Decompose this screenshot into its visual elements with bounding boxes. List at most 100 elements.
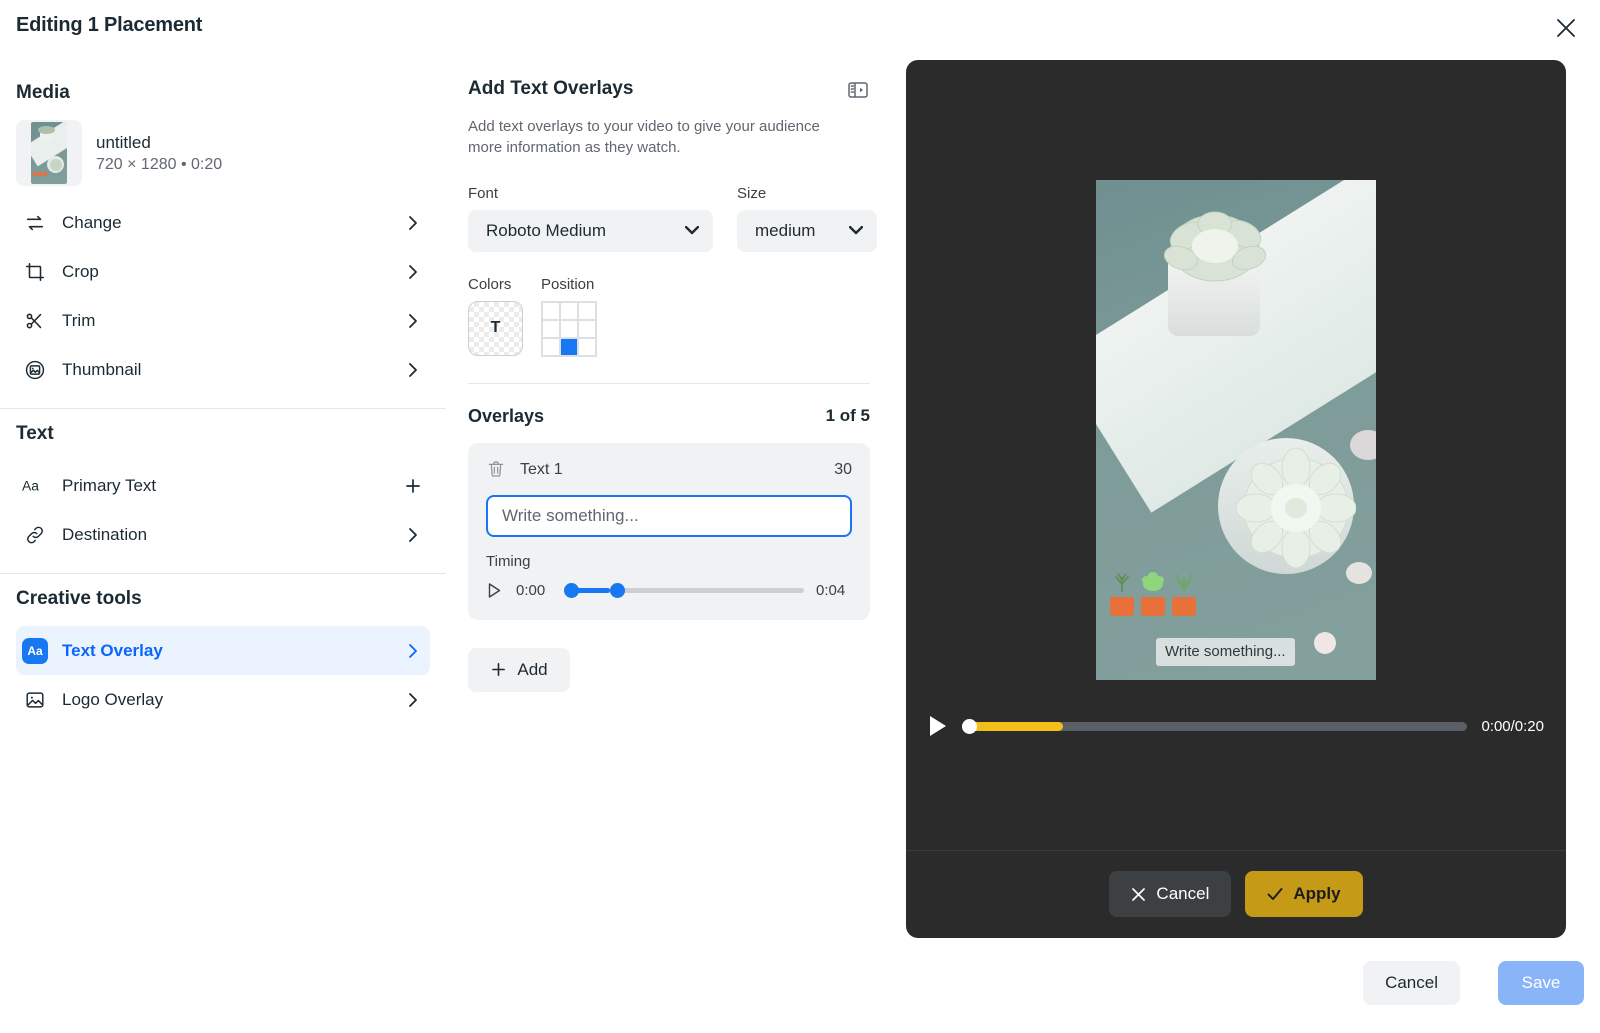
sidebar-item-text-overlay[interactable]: Aa Text Overlay — [16, 626, 430, 675]
position-cell-middle-right[interactable] — [578, 320, 596, 338]
svg-text:Aa: Aa — [22, 477, 39, 493]
position-cell-top-center[interactable] — [560, 302, 578, 320]
stone-mid-right — [1346, 562, 1372, 584]
sidebar-item-trim[interactable]: Trim — [16, 296, 430, 345]
sticker-plant-group — [1110, 572, 1196, 616]
sidebar-item-destination[interactable]: Destination — [16, 510, 430, 559]
panel-divider — [468, 383, 870, 384]
text-section: Text Aa Primary Text Destination — [0, 423, 446, 559]
sidebar-item-label: Thumbnail — [62, 360, 402, 380]
position-grid[interactable] — [541, 301, 597, 357]
position-cell-top-left[interactable] — [542, 302, 560, 320]
overlay-char-limit: 30 — [834, 461, 852, 479]
sidebar-item-label: Destination — [62, 525, 402, 545]
scissors-icon — [20, 308, 50, 334]
chevron-down-icon — [685, 222, 699, 240]
media-file-name: untitled — [96, 133, 222, 153]
close-icon[interactable] — [1550, 12, 1582, 44]
timing-label: Timing — [486, 553, 852, 570]
overlays-title: Overlays — [468, 406, 544, 427]
panel-title: Add Text Overlays — [468, 78, 633, 100]
video-overlay-text-label: Write something... — [1165, 643, 1286, 660]
sidebar-item-label: Text Overlay — [62, 641, 402, 661]
preview-footer: Cancel Apply — [906, 850, 1566, 938]
position-label: Position — [541, 276, 597, 293]
timing-end-handle[interactable] — [610, 583, 625, 598]
link-icon — [20, 522, 50, 548]
font-select[interactable]: Roboto Medium — [468, 210, 713, 252]
check-icon — [1267, 887, 1283, 901]
sidebar-item-crop[interactable]: Crop — [16, 247, 430, 296]
save-label: Save — [1522, 973, 1561, 993]
timing-end: 0:04 — [816, 582, 852, 599]
swatch-glyph: T — [491, 319, 501, 337]
position-cell-bottom-center[interactable] — [560, 338, 578, 356]
text-section-title: Text — [16, 423, 430, 445]
add-overlay-button[interactable]: Add — [468, 648, 570, 692]
aa-text-icon: Aa — [20, 473, 50, 499]
play-icon[interactable] — [928, 715, 948, 737]
timing-start-handle[interactable] — [564, 583, 579, 598]
succulent-top — [1148, 200, 1282, 292]
dialog-header: Editing 1 Placement — [0, 0, 1600, 56]
overlay-text-input[interactable]: Write something... — [486, 495, 852, 537]
sidebar-item-primary-text[interactable]: Aa Primary Text — [16, 461, 430, 510]
trash-icon[interactable] — [486, 459, 508, 481]
section-divider — [0, 573, 446, 574]
color-swatch[interactable]: T — [468, 301, 523, 356]
size-label: Size — [737, 185, 877, 202]
chevron-down-icon — [849, 222, 863, 240]
video-controls: 0:00/0:20 — [906, 694, 1566, 758]
panel-description: Add text overlays to your video to give … — [468, 116, 840, 159]
save-button[interactable]: Save — [1498, 961, 1584, 1005]
chevron-right-icon — [402, 362, 424, 378]
font-value: Roboto Medium — [486, 221, 606, 241]
position-cell-top-right[interactable] — [578, 302, 596, 320]
media-section: Media untitled — [0, 82, 446, 394]
succulent-bottom — [1236, 448, 1356, 568]
section-divider — [0, 408, 446, 409]
sticker-plant-3 — [1172, 572, 1196, 616]
x-icon — [1131, 887, 1146, 902]
stone-bottom-right — [1314, 632, 1336, 654]
sticker-plant-2 — [1141, 572, 1165, 616]
aa-badge-icon: Aa — [20, 638, 50, 664]
image-circle-icon — [20, 357, 50, 383]
overlays-count: 1 of 5 — [826, 406, 870, 426]
font-field: Font Roboto Medium — [468, 185, 713, 252]
plus-icon — [490, 661, 507, 678]
position-cell-bottom-left[interactable] — [542, 338, 560, 356]
timing-range-slider[interactable] — [564, 588, 804, 593]
creative-tools-title: Creative tools — [16, 588, 430, 610]
size-select[interactable]: medium — [737, 210, 877, 252]
chevron-right-icon — [402, 692, 424, 708]
video-frame: Write something... — [1096, 180, 1376, 680]
position-cell-middle-center[interactable] — [560, 320, 578, 338]
play-icon[interactable] — [486, 582, 504, 600]
video-stage: Write something... — [906, 60, 1566, 694]
preview-apply-label: Apply — [1293, 884, 1340, 904]
colors-field: Colors T — [468, 276, 523, 356]
position-cell-middle-left[interactable] — [542, 320, 560, 338]
position-field: Position — [541, 276, 597, 357]
panel-layout-icon[interactable] — [846, 78, 870, 102]
chevron-right-icon — [402, 643, 424, 659]
preview-cancel-button[interactable]: Cancel — [1109, 871, 1231, 917]
sidebar: Media untitled — [0, 68, 446, 968]
sidebar-item-thumbnail[interactable]: Thumbnail — [16, 345, 430, 394]
chevron-right-icon — [402, 527, 424, 543]
add-overlay-label: Add — [517, 660, 547, 680]
cancel-button[interactable]: Cancel — [1363, 961, 1460, 1005]
media-file-row[interactable]: untitled 720 × 1280 • 0:20 — [16, 120, 430, 186]
media-file-meta: 720 × 1280 • 0:20 — [96, 156, 222, 174]
video-progress-slider[interactable] — [962, 722, 1467, 731]
sidebar-item-change[interactable]: Change — [16, 198, 430, 247]
sidebar-item-logo-overlay[interactable]: Logo Overlay — [16, 675, 430, 724]
video-progress-handle[interactable] — [962, 719, 977, 734]
plus-icon[interactable] — [402, 477, 424, 495]
chevron-right-icon — [402, 215, 424, 231]
preview-apply-button[interactable]: Apply — [1245, 871, 1362, 917]
position-cell-bottom-right[interactable] — [578, 338, 596, 356]
swap-arrows-icon — [20, 210, 50, 236]
overlay-text-placeholder: Write something... — [502, 506, 639, 526]
